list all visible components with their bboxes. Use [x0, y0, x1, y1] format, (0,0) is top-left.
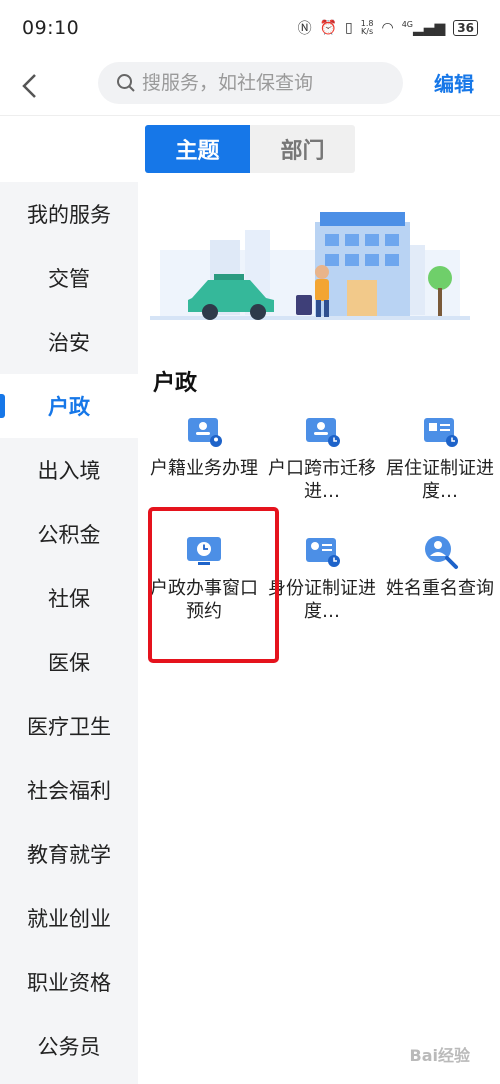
status-icons: Ⓝ ⏰ ▯ 1.8 K/s ◠ 4G▂▄▆ 36: [298, 18, 478, 38]
sidebar-item-traffic[interactable]: 交管: [0, 246, 138, 310]
id-card-clock-icon: [306, 538, 340, 567]
service-label: 户籍业务办理: [150, 458, 258, 479]
net-speed: 1.8 K/s: [360, 19, 374, 36]
view-tabs: 主题 部门: [145, 125, 355, 173]
service-item-household-registration[interactable]: 户籍业务办理: [145, 405, 263, 515]
nfc-icon: Ⓝ: [297, 21, 312, 37]
sidebar-item-social-welfare[interactable]: 社会福利: [0, 758, 138, 822]
service-item-hukou-migration[interactable]: 户口跨市迁移进…: [263, 405, 381, 515]
signal-icon: 4G▂▄▆: [401, 19, 446, 37]
tab-theme[interactable]: 主题: [145, 125, 250, 173]
edit-button[interactable]: 编辑: [434, 68, 474, 97]
wifi-icon: ◠: [381, 20, 394, 36]
tab-department[interactable]: 部门: [250, 125, 355, 173]
sidebar-item-public-security[interactable]: 治安: [0, 310, 138, 374]
service-item-residence-permit-progress[interactable]: 居住证制证进度…: [381, 405, 499, 515]
status-bar: 09:10 Ⓝ ⏰ ▯ 1.8 K/s ◠ 4G▂▄▆ 36: [0, 0, 500, 56]
search-icon: [117, 74, 135, 92]
banner-illustration: [150, 212, 470, 320]
sidebar-item-civil-servant[interactable]: 公务员: [0, 1014, 138, 1078]
sidebar-item-exit-entry[interactable]: 出入境: [0, 438, 138, 502]
service-label: 身份证制证进度…: [268, 578, 376, 622]
service-item-window-appointment[interactable]: 户政办事窗口预约: [145, 525, 263, 635]
service-label: 姓名重名查询: [386, 578, 494, 599]
monitor-clock-icon: [187, 537, 221, 565]
search-input[interactable]: [142, 72, 382, 94]
vibrate-icon: ▯: [345, 20, 353, 36]
status-time: 09:10: [22, 17, 80, 39]
sidebar-item-medical-insurance[interactable]: 医保: [0, 630, 138, 694]
chevron-left-icon: [22, 73, 36, 98]
search-header: 编辑: [0, 56, 500, 116]
watermark: Bai经验: [409, 1046, 470, 1065]
service-item-id-card-progress[interactable]: 身份证制证进度…: [263, 525, 381, 635]
sidebar-item-my-services[interactable]: 我的服务: [0, 182, 138, 246]
sidebar-item-healthcare[interactable]: 医疗卫生: [0, 694, 138, 758]
service-label: 户政办事窗口预约: [150, 578, 258, 622]
sidebar-item-social-security[interactable]: 社保: [0, 566, 138, 630]
sidebar-item-education[interactable]: 教育就学: [0, 822, 138, 886]
battery-icon: 36: [453, 20, 478, 36]
service-label: 居住证制证进度…: [386, 458, 494, 502]
service-item-name-duplicate-query[interactable]: 姓名重名查询: [381, 525, 499, 635]
id-card-clock-icon: [306, 418, 340, 447]
id-card-user-icon: [188, 418, 222, 447]
back-button[interactable]: [0, 56, 60, 116]
card-clock-icon: [424, 418, 458, 447]
sidebar-item-employment[interactable]: 就业创业: [0, 886, 138, 950]
sidebar-item-household[interactable]: 户政: [0, 374, 138, 438]
sidebar-item-housing-fund[interactable]: 公积金: [0, 502, 138, 566]
user-search-icon: [425, 536, 458, 569]
service-label: 户口跨市迁移进…: [268, 458, 376, 502]
search-box[interactable]: [98, 62, 403, 104]
category-sidebar: 我的服务 交管 治安 户政 出入境 公积金 社保 医保 医疗卫生 社会福利 教育…: [0, 182, 138, 1084]
section-title: 户政: [153, 371, 198, 396]
sidebar-item-qualification[interactable]: 职业资格: [0, 950, 138, 1014]
alarm-icon: ⏰: [319, 20, 338, 36]
